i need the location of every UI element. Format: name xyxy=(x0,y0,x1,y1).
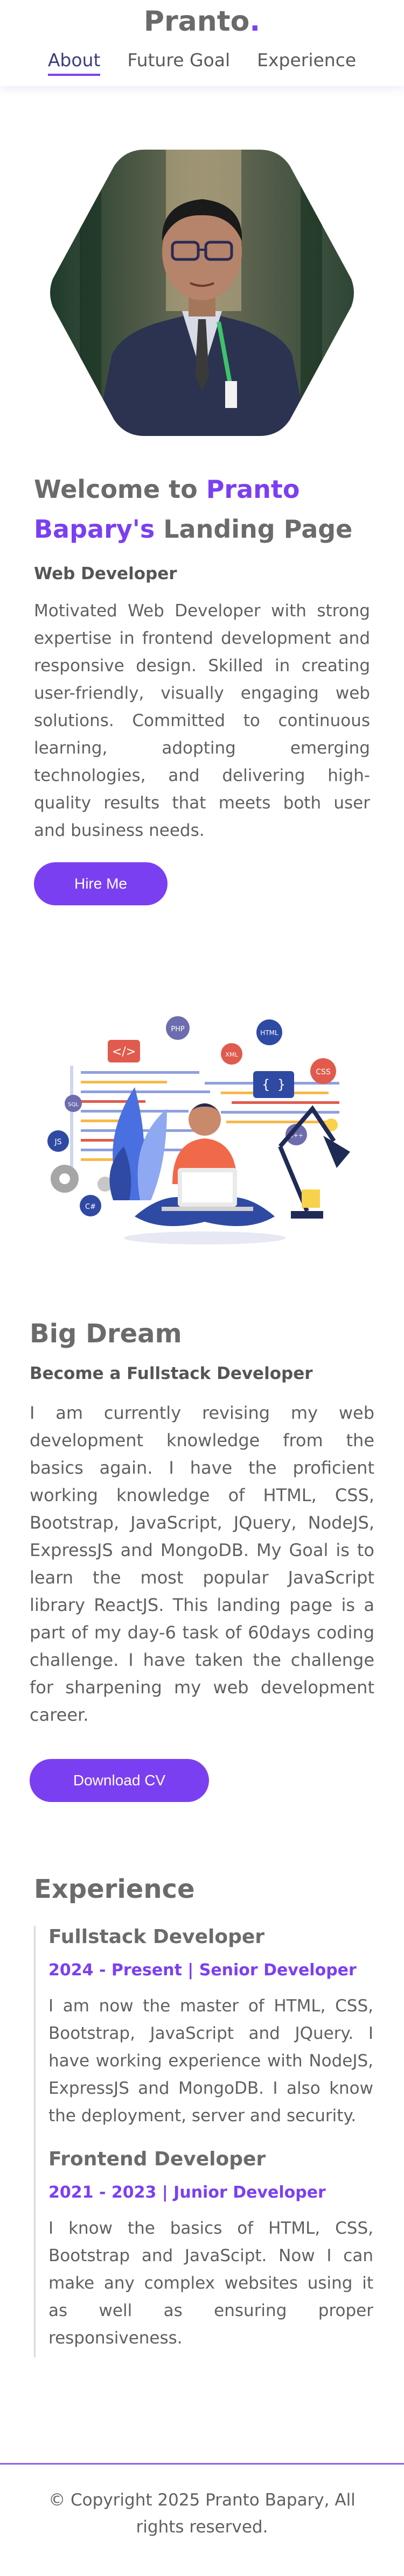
badge-xml: XML xyxy=(225,1051,238,1058)
badge-html: HTML xyxy=(260,1029,278,1037)
site-logo[interactable]: Pranto. xyxy=(0,5,404,38)
experience-period: 2024 - Present | Senior Developer xyxy=(48,1961,357,1980)
hero-section: Welcome to Pranto Bapary's Landing Page … xyxy=(34,469,370,844)
experience-period: 2021 - 2023 | Junior Developer xyxy=(48,2183,326,2202)
developer-illustration: </> PHP HTML CSS XML { } JS C# C++ SQL xyxy=(43,1007,361,1249)
hero-description: Motivated Web Developer with strong expe… xyxy=(34,601,370,840)
logo-text: Pranto xyxy=(143,5,250,38)
experience-item: Fullstack Developer 2024 - Present | Sen… xyxy=(48,1926,373,2130)
dream-subtitle: Become a Fullstack Developer xyxy=(30,1364,313,1383)
badge-php: PHP xyxy=(171,1025,185,1033)
experience-item: Frontend Developer 2021 - 2023 | Junior … xyxy=(48,2148,373,2352)
dream-description: I am currently revising my web developme… xyxy=(30,1403,374,1725)
hero-subtitle: Web Developer xyxy=(34,564,177,583)
experience-description: I know the basics of HTML, CSS, Bootstra… xyxy=(48,2219,373,2348)
dream-title: Big Dream xyxy=(30,1319,182,1349)
svg-text:{ }: { } xyxy=(262,1077,285,1092)
main-nav: About Future Goal Experience xyxy=(0,50,404,76)
logo-dot: . xyxy=(249,5,261,38)
badge-js: JS xyxy=(54,1138,61,1146)
future-goal-section: Big Dream Become a Fullstack Developer I… xyxy=(30,1319,374,1729)
experience-role: Fullstack Developer xyxy=(48,1926,265,1948)
hero-title-suffix: Landing Page xyxy=(155,515,353,544)
copyright-text: © Copyright 2025 Pranto Bapary, All righ… xyxy=(48,2490,356,2537)
nav-link-future-goal[interactable]: Future Goal xyxy=(127,50,230,76)
badge-sql: SQL xyxy=(68,1102,79,1108)
site-footer: © Copyright 2025 Pranto Bapary, All righ… xyxy=(43,2487,361,2540)
badge-css: CSS xyxy=(316,1068,331,1076)
experience-description: I am now the master of HTML, CSS, Bootst… xyxy=(48,1996,373,2125)
hero-title-prefix: Welcome to xyxy=(34,475,206,504)
experience-role: Frontend Developer xyxy=(48,2148,266,2170)
download-cv-button[interactable]: Download CV xyxy=(30,1759,209,1802)
profile-photo xyxy=(47,150,357,436)
experience-timeline: Fullstack Developer 2024 - Present | Sen… xyxy=(34,1926,373,2357)
footer-divider xyxy=(0,2463,404,2465)
badge-csharp: C# xyxy=(85,1203,96,1211)
hero-title: Welcome to Pranto Bapary's Landing Page xyxy=(34,469,370,549)
nav-link-about[interactable]: About xyxy=(47,50,101,76)
hire-me-button[interactable]: Hire Me xyxy=(34,862,168,905)
nav-link-experience[interactable]: Experience xyxy=(257,50,356,76)
site-header: Pranto. About Future Goal Experience xyxy=(0,0,404,86)
experience-title: Experience xyxy=(34,1874,195,1904)
svg-text:</>: </> xyxy=(112,1045,136,1059)
